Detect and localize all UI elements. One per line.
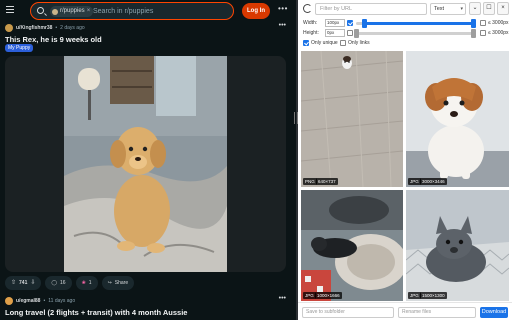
filter-type-select[interactable]: Text <box>430 3 466 15</box>
vote-control[interactable]: ⇧ 741 ⇩ <box>5 276 42 290</box>
downloader-footer: Save to subfolder Rename files Download <box>298 302 512 320</box>
rename-input[interactable]: Rename files <box>398 307 476 318</box>
screen: r/puppies × Search in r/puppies Log In •… <box>0 0 512 320</box>
share-icon: ↪ <box>107 280 112 286</box>
jack-russell-puppy-thumbnail <box>406 51 509 187</box>
image-format-badge: PNG <box>303 178 317 185</box>
image-size-badge: 1000×1666 <box>315 292 342 299</box>
image-format-badge: JPG <box>408 178 421 185</box>
max-width-checkbox[interactable] <box>480 20 486 26</box>
post-more-icon[interactable]: ••• <box>279 295 286 302</box>
subfolder-input[interactable]: Save to subfolder <box>302 307 394 318</box>
more-options-icon[interactable]: ••• <box>278 4 288 13</box>
min-width-input[interactable]: 100px <box>325 19 345 27</box>
image-format-badge: JPG <box>303 292 316 299</box>
avatar[interactable] <box>5 297 13 305</box>
avatar[interactable] <box>5 24 13 32</box>
maximize-icon[interactable]: ☐ <box>483 2 495 15</box>
upvote-icon[interactable]: ⇧ <box>11 276 16 290</box>
post-actions: ⇧ 741 ⇩ ◯ 16 ❀ 1 ↪ Share <box>5 276 135 290</box>
height-min-thumb[interactable] <box>354 29 359 38</box>
close-icon[interactable]: × <box>497 2 509 15</box>
download-button[interactable]: Download <box>480 307 508 318</box>
golden-puppy-image <box>64 56 227 272</box>
image-downloader-panel: Filter by URL Text ⌄ ☐ × Width: 100px ≤ … <box>298 0 512 320</box>
reddit-panel: r/puppies × Search in r/puppies Log In •… <box>0 0 296 320</box>
post-meta: u/Kingfishmr38 • 2 days ago <box>5 23 85 33</box>
post-meta: u/egmal88 • 11 days ago <box>5 296 75 306</box>
image-size-badge: 3000×3446 <box>420 178 447 185</box>
width-max-thumb[interactable] <box>471 19 476 28</box>
image-grid: PNG 640×737 JPG 3000×3446 JPG 1000×1666 … <box>301 51 509 301</box>
search-input[interactable]: Search in r/puppies <box>93 6 153 17</box>
puppy-photo <box>64 56 227 272</box>
comment-icon: ◯ <box>51 280 58 286</box>
width-min-thumb[interactable] <box>362 19 367 28</box>
max-width-value: ≤ 3000px <box>488 20 509 26</box>
image-card[interactable]: JPG 3000×3446 <box>406 51 509 187</box>
dog-on-bed-thumbnail <box>301 190 403 301</box>
post-time: 2 days ago <box>60 25 85 31</box>
post-title[interactable]: Long travel (2 flights + transit) with 4… <box>5 308 187 317</box>
reddit-header: r/puppies × Search in r/puppies Log In •… <box>0 0 296 22</box>
image-card[interactable]: JPG 1500×1300 <box>406 190 509 301</box>
max-height-value: ≤ 3000px <box>488 30 509 36</box>
meta-separator: • <box>55 25 58 31</box>
downloader-toolbar: Filter by URL Text ⌄ ☐ × <box>298 0 512 18</box>
comment-count: 16 <box>60 280 66 286</box>
post-flair[interactable]: My Puppy <box>5 44 34 52</box>
post-author[interactable]: u/egmal88 <box>16 296 40 306</box>
height-label: Height: <box>303 30 319 36</box>
post-media[interactable] <box>5 56 286 272</box>
only-unique-checkbox[interactable] <box>303 40 309 46</box>
max-height-checkbox[interactable] <box>480 30 486 36</box>
chevron-down-icon[interactable]: ⌄ <box>469 2 481 15</box>
width-slider-range <box>364 22 474 25</box>
vote-count: 741 <box>19 280 28 286</box>
award-count: 1 <box>88 280 92 286</box>
post-author[interactable]: u/Kingfishmr38 <box>16 23 52 33</box>
only-links-label[interactable]: Only links <box>348 40 370 46</box>
post-time: 11 days ago <box>48 298 76 304</box>
downvote-icon[interactable]: ⇩ <box>30 276 35 290</box>
search-icon <box>37 7 44 14</box>
award-button[interactable]: ❀ 1 <box>75 276 98 290</box>
width-label: Width: <box>303 20 318 26</box>
min-height-input[interactable]: 0px <box>325 29 345 37</box>
url-filter-input[interactable]: Filter by URL <box>315 3 427 15</box>
share-label: Share <box>114 280 129 286</box>
share-button[interactable]: ↪ Share <box>101 276 135 290</box>
subreddit-chip-label: r/puppies <box>60 8 85 14</box>
only-links-checkbox[interactable] <box>340 40 346 46</box>
award-icon: ❀ <box>81 280 86 286</box>
menu-icon[interactable] <box>6 6 14 13</box>
image-size-badge: 640×737 <box>316 178 338 185</box>
close-icon[interactable]: × <box>87 6 91 17</box>
only-unique-label[interactable]: Only unique <box>311 40 338 46</box>
post-more-icon[interactable]: ••• <box>279 22 286 29</box>
image-card[interactable]: PNG 640×737 <box>301 51 403 187</box>
comments-button[interactable]: ◯ 16 <box>45 276 72 290</box>
min-width-checkbox[interactable] <box>347 20 353 26</box>
height-slider-track[interactable] <box>356 32 474 35</box>
image-format-badge: JPG <box>408 292 421 299</box>
subreddit-avatar <box>52 8 58 15</box>
image-size-badge: 1500×1300 <box>420 292 447 299</box>
image-card[interactable]: JPG 1000×1666 <box>301 190 403 301</box>
french-bulldog-thumbnail <box>406 190 509 301</box>
login-button[interactable]: Log In <box>242 3 270 19</box>
puppy-on-floor-thumbnail <box>301 51 403 187</box>
refresh-icon[interactable] <box>303 4 312 13</box>
search-bar[interactable]: r/puppies × Search in r/puppies <box>30 2 234 20</box>
post-title[interactable]: This Rex, he is 9 weeks old <box>5 35 102 44</box>
height-max-thumb[interactable] <box>471 29 476 38</box>
min-height-checkbox[interactable] <box>347 30 353 36</box>
subreddit-chip[interactable]: r/puppies × <box>50 6 94 17</box>
meta-separator: • <box>43 298 46 304</box>
